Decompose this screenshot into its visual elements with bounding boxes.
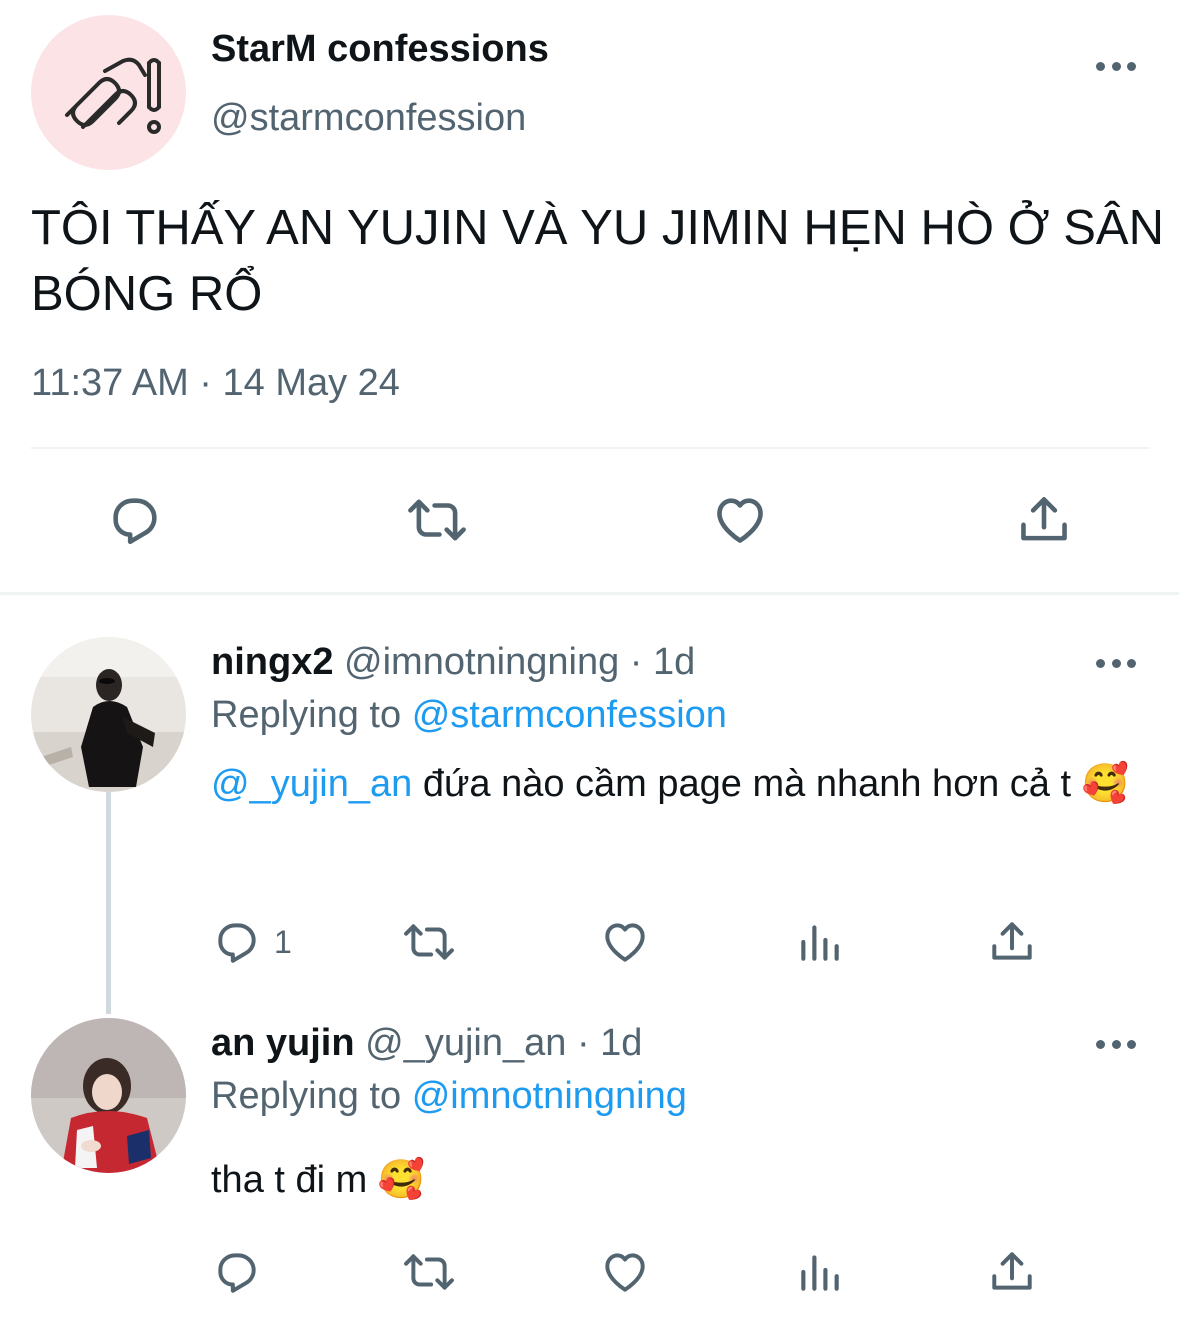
- tweet-text: TÔI THẤY AN YUJIN VÀ YU JIMIN HẸN HÒ Ở S…: [31, 201, 1164, 321]
- analytics-icon: [801, 1255, 839, 1291]
- heart-icon: [717, 498, 763, 543]
- avatar[interactable]: [31, 637, 186, 792]
- avatar-photo-icon: [31, 637, 186, 792]
- more-options-icon[interactable]: [1096, 1037, 1136, 1051]
- divider: [31, 447, 1149, 449]
- heart-icon: [605, 923, 645, 962]
- author-name[interactable]: StarM confessions: [211, 28, 549, 71]
- starm-logo-icon: [64, 57, 161, 134]
- replying-prefix: Replying to: [211, 694, 402, 736]
- analytics-icon: [801, 925, 839, 961]
- retweet-icon: [404, 924, 454, 960]
- share-button[interactable]: [987, 1247, 1037, 1297]
- reply-header: ningx2 @imnotningning · 1d: [211, 641, 695, 684]
- replying-to-link[interactable]: @imnotningning: [412, 1075, 687, 1117]
- reply-body: đứa nào cầm page mà nhanh hơn cả t 🥰: [422, 763, 1129, 805]
- replying-to: Replying to @starmconfession: [211, 694, 727, 737]
- analytics-button[interactable]: [795, 917, 845, 967]
- analytics-button[interactable]: [795, 1247, 845, 1297]
- reply-text: @_yujin_an đứa nào cầm page mà nhanh hơn…: [211, 751, 1141, 817]
- like-button[interactable]: [600, 1247, 650, 1297]
- more-options-icon[interactable]: [1096, 656, 1136, 670]
- share-icon: [992, 922, 1032, 960]
- thread-line: [106, 792, 111, 1014]
- reply-header: an yujin @_yujin_an · 1d: [211, 1022, 642, 1065]
- reply-button[interactable]: [106, 491, 164, 549]
- retweet-icon: [404, 1254, 454, 1290]
- replying-to: Replying to @imnotningning: [211, 1075, 687, 1118]
- retweet-button[interactable]: [400, 917, 458, 967]
- share-button[interactable]: [987, 917, 1037, 967]
- retweet-icon: [408, 499, 466, 541]
- reply-text: tha t đi m 🥰: [211, 1159, 426, 1201]
- like-button[interactable]: [600, 917, 650, 967]
- author-handle-time[interactable]: @imnotningning · 1d: [344, 641, 695, 683]
- reply-icon: [218, 923, 256, 963]
- author-handle[interactable]: @starmconfession: [211, 97, 526, 140]
- retweet-button[interactable]: [404, 491, 470, 549]
- author-name[interactable]: ningx2: [211, 641, 333, 683]
- tweet-timestamp[interactable]: 11:37 AM · 14 May 24: [31, 362, 400, 405]
- reply-icon: [218, 1253, 256, 1293]
- reply-button[interactable]: 1: [212, 917, 292, 967]
- replying-prefix: Replying to: [211, 1075, 402, 1117]
- heart-icon: [605, 1253, 645, 1292]
- share-icon: [992, 1252, 1032, 1290]
- reply-count: 1: [274, 923, 292, 960]
- author-handle-time[interactable]: @_yujin_an · 1d: [365, 1022, 642, 1064]
- avatar-photo-icon: [31, 1018, 186, 1173]
- retweet-button[interactable]: [400, 1247, 458, 1297]
- share-button[interactable]: [1015, 491, 1073, 549]
- avatar[interactable]: [31, 15, 186, 170]
- avatar[interactable]: [31, 1018, 186, 1173]
- section-divider: [0, 592, 1179, 595]
- like-button[interactable]: [711, 491, 769, 549]
- reply-button[interactable]: [212, 1247, 274, 1297]
- share-icon: [1021, 497, 1067, 541]
- reply-icon: [113, 498, 157, 545]
- more-options-icon[interactable]: [1096, 59, 1136, 73]
- author-name[interactable]: an yujin: [211, 1022, 355, 1064]
- mention-link[interactable]: @_yujin_an: [211, 763, 412, 805]
- replying-to-link[interactable]: @starmconfession: [412, 694, 727, 736]
